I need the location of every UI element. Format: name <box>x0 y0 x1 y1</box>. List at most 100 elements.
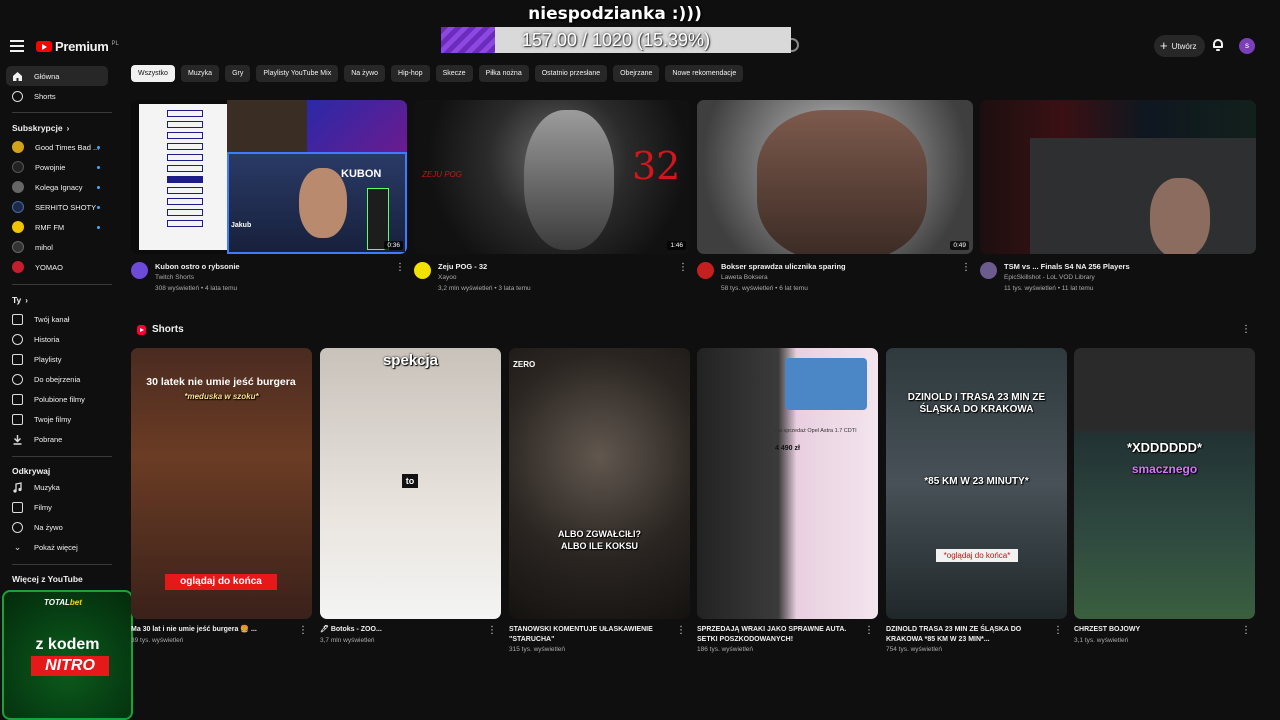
video-thumbnail[interactable]: 32 ZEJU POG 1:46 <box>414 100 690 254</box>
more-options-icon[interactable]: ⋮ <box>1241 324 1251 335</box>
sidebar-item-subscription[interactable]: RMF FM <box>6 217 108 237</box>
video-title[interactable]: TSM vs ... Finals S4 NA 256 Players <box>1004 262 1256 272</box>
sidebar-item-your-videos[interactable]: Twoje filmy <box>6 409 108 429</box>
short-card[interactable]: Na sprzedaż Opel Astra 1.7 CDTI 4 490 zł… <box>697 348 878 655</box>
video-thumbnail[interactable] <box>980 100 1256 254</box>
video-thumbnail[interactable]: KUBON Jakub 0:36 <box>131 100 407 254</box>
sidebar-item-label: Główna <box>34 71 60 81</box>
short-thumbnail[interactable]: 30 latek nie umie jeść burgera *meduska … <box>131 348 312 619</box>
create-button[interactable]: + Utwórz <box>1154 35 1206 57</box>
short-thumbnail[interactable]: spekcja to <box>320 348 501 619</box>
sidebar-item-home[interactable]: Główna <box>6 66 108 86</box>
video-thumbnail[interactable]: 0:49 <box>697 100 973 254</box>
video-card[interactable]: TSM vs ... Finals S4 NA 256 Players Epic… <box>980 100 1256 302</box>
short-title[interactable]: STANOWSKI KOMENTUJE UŁASKAWIENIE "STARUC… <box>509 625 674 644</box>
more-options-icon[interactable]: ⋮ <box>961 262 971 273</box>
more-options-icon[interactable]: ⋮ <box>1053 625 1063 636</box>
short-caption: *85 KM W 23 MINUTY* <box>924 476 1029 487</box>
video-duration: 0:49 <box>950 241 969 250</box>
you-heading[interactable]: Ty › <box>12 295 28 305</box>
sidebar-item-subscription[interactable]: Kolega Ignacy <box>6 177 108 197</box>
chip-new-recommendations[interactable]: Nowe rekomendacje <box>665 65 744 82</box>
short-thumbnail[interactable]: ZERO ALBO ZGWAŁCIŁI? ALBO ILE KOKSU <box>509 348 690 619</box>
sidebar-item-watch-later[interactable]: Do obejrzenia <box>6 369 108 389</box>
chip-football[interactable]: Piłka nożna <box>478 65 529 82</box>
progress-text: 157.00 / 1020 (15.39%) <box>521 30 711 50</box>
sidebar-item-subscription[interactable]: mihol <box>6 237 108 257</box>
short-views: 39 tys. wyświetleń <box>131 636 184 644</box>
sidebar-item-liked[interactable]: Polubione filmy <box>6 389 108 409</box>
video-title[interactable]: Zeju POG - 32 <box>438 262 690 272</box>
sidebar-item-subscription[interactable]: SERHITO SHOTY <box>6 197 108 217</box>
video-card[interactable]: 32 ZEJU POG 1:46 Zeju POG - 32 Xayoo 3,2… <box>414 100 690 302</box>
sidebar-item-downloads[interactable]: Pobrane <box>6 429 108 449</box>
short-thumbnail[interactable]: DZINOLD I TRASA 23 MIN ZE ŚLĄSKA DO KRAK… <box>886 348 1067 619</box>
sidebar-item-subscription[interactable]: Good Times Bad ... <box>6 137 108 157</box>
youtube-logo[interactable]: Premium PL <box>36 39 119 54</box>
notifications-bell-icon[interactable] <box>1212 39 1224 51</box>
video-card[interactable]: KUBON Jakub 0:36 Kubon ostro o rybsonie … <box>131 100 407 302</box>
chip-games[interactable]: Gry <box>225 65 251 82</box>
sidebar-item-history[interactable]: Historia <box>6 329 108 349</box>
chip-hiphop[interactable]: Hip-hop <box>391 65 430 82</box>
short-card[interactable]: ZERO ALBO ZGWAŁCIŁI? ALBO ILE KOKSU STAN… <box>509 348 690 655</box>
more-options-icon[interactable]: ⋮ <box>678 262 688 273</box>
sidebar-show-more[interactable]: ⌄ Pokaż więcej <box>6 537 108 557</box>
video-title[interactable]: Bokser sprawdza ulicznika sparing <box>721 262 973 272</box>
sidebar-item-subscription[interactable]: Powojnie <box>6 157 108 177</box>
short-title[interactable]: 🖊 Botoks - ZOO... <box>320 625 485 635</box>
short-card[interactable]: *XDDDDDD* smacznego CHRZEST BOJOWY 3,1 t… <box>1074 348 1255 655</box>
short-title[interactable]: SPRZEDAJĄ WRAKI JAKO SPRAWNE AUTA. SETKI… <box>697 625 862 644</box>
video-title[interactable]: Kubon ostro o rybsonie <box>155 262 407 272</box>
short-caption: 30 latek nie umie jeść burgera <box>146 376 296 388</box>
short-card[interactable]: 30 latek nie umie jeść burgera *meduska … <box>131 348 312 655</box>
more-options-icon[interactable]: ⋮ <box>864 625 874 636</box>
channel-name[interactable]: Xayoo <box>438 272 690 283</box>
account-avatar[interactable]: s <box>1239 38 1255 54</box>
short-caption: Na sprzedaż Opel Astra 1.7 CDTI <box>775 428 857 434</box>
chip-live[interactable]: Na żywo <box>344 65 386 82</box>
channel-avatar[interactable] <box>414 262 431 279</box>
sidebar-item-subscription[interactable]: YOMAO <box>6 257 108 277</box>
chip-mix[interactable]: Playlisty YouTube Mix <box>256 65 339 82</box>
more-options-icon[interactable]: ⋮ <box>395 262 405 273</box>
short-title[interactable]: Ma 30 lat i nie umie jeść burgera 🍔 ... <box>131 625 296 635</box>
more-options-icon[interactable]: ⋮ <box>487 625 497 636</box>
short-title[interactable]: DZINOLD TRASA 23 MIN ZE ŚLĄSKA DO KRAKOW… <box>886 625 1051 644</box>
chip-recently-uploaded[interactable]: Ostatnio przesłane <box>534 65 608 82</box>
chip-all[interactable]: Wszystko <box>131 65 175 82</box>
more-options-icon[interactable]: ⋮ <box>676 625 686 636</box>
short-card[interactable]: DZINOLD I TRASA 23 MIN ZE ŚLĄSKA DO KRAK… <box>886 348 1067 655</box>
channel-avatar-icon <box>12 201 24 213</box>
subscriptions-heading[interactable]: Subskrypcje › <box>12 123 69 133</box>
channel-avatar[interactable] <box>980 262 997 279</box>
short-card[interactable]: spekcja to 🖊 Botoks - ZOO... 3,7 mln wyś… <box>320 348 501 655</box>
menu-icon[interactable] <box>10 40 24 52</box>
chip-sketches[interactable]: Skecze <box>435 65 473 82</box>
more-options-icon[interactable]: ⋮ <box>298 625 308 636</box>
chip-watched[interactable]: Obejrzane <box>613 65 660 82</box>
channel-name[interactable]: Laweta Boksera <box>721 272 973 283</box>
channel-avatar[interactable] <box>131 262 148 279</box>
short-thumbnail[interactable]: *XDDDDDD* smacznego <box>1074 348 1255 619</box>
sidebar-item-your-channel[interactable]: Twój kanał <box>6 309 108 329</box>
sidebar-item-live[interactable]: Na żywo <box>6 517 108 537</box>
channel-avatar[interactable] <box>697 262 714 279</box>
short-thumbnail[interactable]: Na sprzedaż Opel Astra 1.7 CDTI 4 490 zł <box>697 348 878 619</box>
channel-avatar-icon <box>12 181 24 193</box>
playlist-icon <box>12 353 23 365</box>
more-options-icon[interactable]: ⋮ <box>1241 625 1251 636</box>
chip-music[interactable]: Muzyka <box>180 65 220 82</box>
short-caption: *XDDDDDD* <box>1126 440 1203 455</box>
category-chips: Wszystko Muzyka Gry Playlisty YouTube Mi… <box>131 65 744 83</box>
sidebar-item-music[interactable]: Muzyka <box>6 477 108 497</box>
sidebar-item-movies[interactable]: Filmy <box>6 497 108 517</box>
clock-icon <box>12 373 23 385</box>
sidebar-item-shorts[interactable]: Shorts <box>6 86 108 106</box>
channel-name[interactable]: Twitch Shorts <box>155 272 407 283</box>
video-card[interactable]: 0:49 Bokser sprawdza ulicznika sparing L… <box>697 100 973 302</box>
short-title[interactable]: CHRZEST BOJOWY <box>1074 625 1239 635</box>
video-stats: 11 tys. wyświetleń • 11 lat temu <box>1004 285 1094 292</box>
channel-name[interactable]: EpicSkillshot - LoL VOD Library <box>1004 272 1256 283</box>
sidebar-item-playlists[interactable]: Playlisty <box>6 349 108 369</box>
